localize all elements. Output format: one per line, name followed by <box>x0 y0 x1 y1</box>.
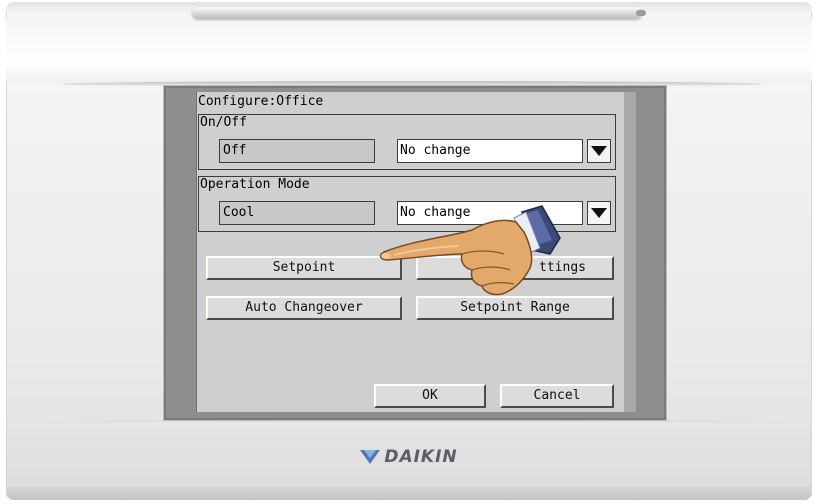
triangle-down-icon <box>591 146 607 156</box>
auto-changeover-button[interactable]: Auto Changeover <box>206 296 402 320</box>
setpoint-button[interactable]: Setpoint <box>206 256 402 280</box>
cancel-button[interactable]: Cancel <box>500 384 614 408</box>
on-off-label: On/Off <box>200 115 247 130</box>
screen-right-margin <box>624 92 636 412</box>
operation-mode-label: Operation Mode <box>200 177 310 192</box>
stylus-tip <box>636 10 646 16</box>
device-bottom-strip <box>6 486 812 500</box>
operation-mode-current-value: Cool <box>219 201 375 225</box>
daikin-logo-icon <box>360 450 381 464</box>
on-off-current-value: Off <box>219 139 375 163</box>
operation-mode-dropdown-button[interactable] <box>587 201 611 225</box>
on-off-dropdown-button[interactable] <box>587 139 611 163</box>
pointing-hand-icon <box>379 205 561 296</box>
brand-name: DAIKIN <box>384 447 458 467</box>
triangle-down-icon <box>591 208 607 218</box>
brand-logo: DAIKIN <box>6 442 812 472</box>
ok-button[interactable]: OK <box>374 384 486 408</box>
dialog-title: Configure:Office <box>198 94 324 109</box>
stylus <box>192 7 646 19</box>
device-bottom-groove <box>46 420 782 424</box>
device-top-band <box>6 18 812 82</box>
on-off-group: On/Off Off No change <box>198 114 616 170</box>
on-off-select[interactable]: No change <box>397 139 583 163</box>
